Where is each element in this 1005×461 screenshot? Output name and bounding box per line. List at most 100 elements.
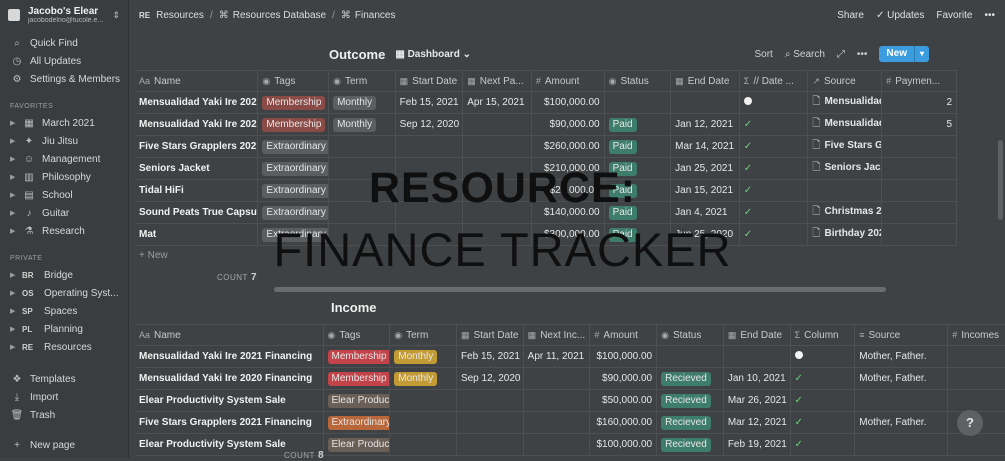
sidebar-item-march-2021[interactable]: ▶ ▦ March 2021	[0, 114, 128, 132]
cell-term[interactable]	[389, 389, 457, 412]
cell-amount[interactable]: $90,000.00	[589, 367, 658, 390]
cell-start-date[interactable]: Feb 15, 2021	[395, 91, 464, 114]
cell-term[interactable]	[389, 433, 457, 456]
cell-amount[interactable]: $100,000.00	[589, 345, 658, 368]
chevron-right-icon[interactable]: ▶	[10, 343, 18, 351]
cell-tags[interactable]: Extraordinary	[257, 135, 330, 158]
sidebar-item-resources[interactable]: ▶ RE Resources	[0, 338, 128, 356]
cell-tags[interactable]: Elear Producti	[323, 389, 391, 412]
cell-tags[interactable]: Elear Producti	[323, 433, 391, 456]
column-header-term[interactable]: ◉ Term	[389, 324, 457, 346]
cell-name[interactable]: Mensualidad Yaki Ire 2020	[135, 113, 259, 136]
sidebar-templates[interactable]: ❖ Templates	[0, 370, 128, 388]
cell-source[interactable]	[854, 433, 949, 456]
cell-next-payment[interactable]	[462, 113, 532, 136]
cell-term[interactable]	[389, 411, 457, 434]
cell-start-date[interactable]	[395, 135, 464, 158]
updates-button[interactable]: ✓ Updates	[876, 10, 924, 21]
column-header-start-date[interactable]: ▦ Start Date	[456, 324, 524, 346]
more-options-button[interactable]: •••	[984, 10, 995, 21]
cell-status[interactable]	[656, 345, 724, 368]
chevron-right-icon[interactable]: ▶	[10, 137, 18, 145]
chevron-right-icon[interactable]: ▶	[10, 289, 18, 297]
column-header-status[interactable]: ◉ Status	[656, 324, 724, 346]
breadcrumb-item-resources-database[interactable]: Resources Database	[233, 10, 326, 21]
sidebar-all-updates[interactable]: ◷ All Updates	[0, 52, 128, 70]
cell-term[interactable]: Monthly	[389, 367, 457, 390]
table-row[interactable]: Mensualidad Yaki Ire 2021 Financing Memb…	[135, 345, 1005, 368]
cell-start-date[interactable]	[456, 389, 524, 412]
table-row[interactable]: Mensualidad Yaki Ire 2020 Financing Memb…	[135, 367, 1005, 390]
sidebar-item-operating-system[interactable]: ▶ OS Operating Syst...	[0, 284, 128, 302]
outcome-title[interactable]: Outcome	[329, 47, 385, 62]
cell-term[interactable]: Monthly	[389, 345, 457, 368]
table-row[interactable]: Elear Productivity System Sale Elear Pro…	[135, 389, 1005, 412]
table-row[interactable]: Five Stars Grapplers 2021 Extraordinary …	[135, 135, 957, 158]
cell-name[interactable]: Five Stars Grapplers 2021 Financing	[135, 411, 324, 434]
cell-start-date[interactable]	[456, 433, 524, 456]
cell-amount[interactable]: $50,000.00	[589, 389, 658, 412]
column-header-source[interactable]: ≡ Source	[854, 324, 949, 346]
cell-status[interactable]	[604, 91, 672, 114]
cell-source[interactable]: Mother, Father.	[854, 367, 949, 390]
cell-incomes[interactable]	[947, 345, 1005, 368]
cell-end-date[interactable]	[670, 91, 740, 114]
source-link[interactable]: Mensualidad	[824, 96, 880, 107]
sidebar-settings[interactable]: ⚙ Settings & Members	[0, 70, 128, 88]
cell-name[interactable]: Mensualidad Yaki Ire 2020 Financing	[135, 367, 324, 390]
sidebar-item-jiu-jitsu[interactable]: ▶ ✦ Jiu Jitsu	[0, 132, 128, 150]
cell-end-date[interactable]: Mar 26, 2021	[723, 389, 791, 412]
cell-tags[interactable]: Membership	[257, 113, 330, 136]
cell-end-date[interactable]	[723, 345, 791, 368]
cell-end-date[interactable]: Feb 19, 2021	[723, 433, 791, 456]
cell-start-date[interactable]: Sep 12, 2020	[395, 113, 464, 136]
table-row[interactable]: Mensualidad Yaki Ire 2021 Membership Mon…	[135, 91, 957, 114]
cell-payments[interactable]: 5	[881, 113, 957, 136]
column-header-status[interactable]: ◉ Status	[604, 70, 672, 92]
table-row[interactable]: Elear Productivity System Sale Elear Pro…	[135, 433, 1005, 456]
cell-term[interactable]	[328, 135, 396, 158]
cell-name[interactable]: Five Stars Grapplers 2021	[135, 135, 259, 158]
new-page-button[interactable]: + New page	[0, 436, 128, 454]
table-row[interactable]: Five Stars Grapplers 2021 Financing Extr…	[135, 411, 1005, 434]
chevron-right-icon[interactable]: ▶	[10, 325, 18, 333]
horizontal-scrollbar[interactable]	[274, 287, 886, 292]
cell-start-date[interactable]: Sep 12, 2020	[456, 367, 524, 390]
cell-status[interactable]: Recieved	[656, 389, 724, 412]
cell-tags[interactable]: Membership	[323, 345, 391, 368]
cell-amount[interactable]: $90,000.00	[531, 113, 605, 136]
cell-amount[interactable]: $100,000.00	[531, 91, 605, 114]
cell-source[interactable]: Mother, Father.	[854, 345, 949, 368]
column-header-end-date[interactable]: ▦ End Date	[723, 324, 791, 346]
cell-status[interactable]: Recieved	[656, 433, 724, 456]
column-header-column[interactable]: Σ Column	[790, 324, 856, 346]
cell-amount[interactable]: $100,000.00	[589, 433, 658, 456]
cell-source[interactable]: Mother, Father.	[854, 411, 949, 434]
column-header-next-income[interactable]: ▦ Next Inc...	[523, 324, 591, 346]
cell-status[interactable]: Paid	[604, 113, 672, 136]
cell-incomes[interactable]	[947, 389, 1005, 412]
cell-source[interactable]: 🗋 Mensualidad	[807, 91, 883, 114]
cell-payments[interactable]	[881, 135, 957, 158]
search-button[interactable]: ⌕ Search	[785, 49, 825, 60]
cell-next-income[interactable]	[523, 389, 591, 412]
cell-end-date[interactable]: Mar 14, 2021	[670, 135, 740, 158]
cell-name[interactable]: Mensualidad Yaki Ire 2021	[135, 91, 259, 114]
sidebar-item-planning[interactable]: ▶ PL Planning	[0, 320, 128, 338]
cell-source[interactable]: 🗋 Five Stars Gr	[807, 135, 883, 158]
view-selector[interactable]: ▦ Dashboard ⌄	[395, 49, 471, 60]
sort-button[interactable]: Sort	[754, 49, 772, 60]
sidebar-quick-find[interactable]: ⌕ Quick Find	[0, 34, 128, 52]
column-header-name[interactable]: Aa Name	[135, 70, 259, 92]
column-header-tags[interactable]: ◉ Tags	[257, 70, 330, 92]
cell-tags[interactable]: Extraordinary	[323, 411, 391, 434]
cell-term[interactable]: Monthly	[328, 91, 396, 114]
source-link[interactable]: Five Stars Gr	[824, 140, 880, 151]
column-header-tags[interactable]: ◉ Tags	[323, 324, 391, 346]
cell-incomes[interactable]	[947, 433, 1005, 456]
sidebar-import[interactable]: ⤓ Import	[0, 388, 128, 406]
cell-next-income[interactable]	[523, 411, 591, 434]
cell-end-date[interactable]: Jan 10, 2021	[723, 367, 791, 390]
cell-next-income[interactable]: Apr 11, 2021	[523, 345, 591, 368]
help-button[interactable]: ?	[957, 410, 983, 436]
